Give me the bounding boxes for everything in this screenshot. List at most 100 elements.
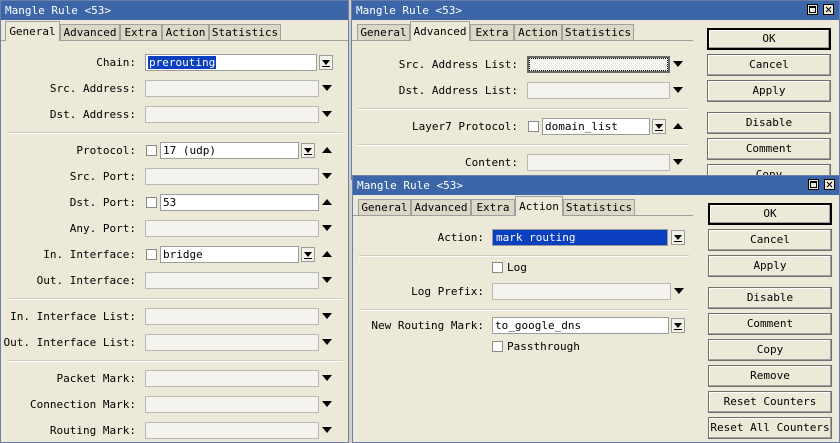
separator xyxy=(358,108,688,110)
tab-extra[interactable]: Extra xyxy=(470,24,514,40)
tab-action[interactable]: Action xyxy=(162,24,209,40)
packet-mark-field[interactable] xyxy=(145,370,319,387)
chain-select[interactable]: prerouting xyxy=(145,54,317,71)
layer7-collapse-icon[interactable] xyxy=(672,120,684,132)
ok-button[interactable]: OK xyxy=(707,28,831,50)
comment-button[interactable]: Comment xyxy=(707,138,831,160)
routing-mark-label: Routing Mark: xyxy=(49,424,136,437)
protocol-negate-checkbox[interactable] xyxy=(146,145,157,156)
out-interface-list-label: Out. Interface List: xyxy=(3,336,136,349)
in-interface-list-expand-icon[interactable] xyxy=(321,310,333,322)
tab-general[interactable]: General xyxy=(357,24,410,40)
src-address-list-label: Src. Address List: xyxy=(398,58,518,71)
layer7-negate-checkbox[interactable] xyxy=(528,121,539,132)
src-port-field[interactable] xyxy=(145,168,319,185)
in-interface-select[interactable]: bridge xyxy=(160,246,299,263)
layer7-protocol-select[interactable]: domain_list xyxy=(542,118,650,135)
log-prefix-label: Log Prefix: xyxy=(411,285,484,298)
copy-button[interactable]: Copy xyxy=(708,339,832,361)
out-interface-expand-icon[interactable] xyxy=(321,274,333,286)
tab-advanced[interactable]: Advanced xyxy=(410,21,470,41)
window-title[interactable]: Mangle Rule <53> xyxy=(353,176,839,195)
chain-dropdown-icon[interactable] xyxy=(319,55,333,70)
separator xyxy=(7,132,343,134)
remove-button[interactable]: Remove xyxy=(708,365,832,387)
in-interface-negate-checkbox[interactable] xyxy=(146,249,157,260)
window-title[interactable]: Mangle Rule <53> xyxy=(352,1,839,20)
dst-port-collapse-icon[interactable] xyxy=(321,196,333,208)
src-port-expand-icon[interactable] xyxy=(321,170,333,182)
routing-mark-expand-icon[interactable] xyxy=(321,424,333,436)
chain-label: Chain: xyxy=(96,56,136,69)
comment-button[interactable]: Comment xyxy=(708,313,832,335)
protocol-dropdown-icon[interactable] xyxy=(301,143,315,158)
window-title[interactable]: Mangle Rule <53> xyxy=(1,1,348,20)
passthrough-checkbox[interactable] xyxy=(492,341,503,352)
disable-button[interactable]: Disable xyxy=(707,112,831,134)
dst-address-list-expand-icon[interactable] xyxy=(672,84,684,96)
dst-port-label: Dst. Port: xyxy=(69,196,136,209)
protocol-select[interactable]: 17 (udp) xyxy=(160,142,299,159)
new-routing-mark-dropdown-icon[interactable] xyxy=(671,318,685,333)
log-prefix-expand-icon[interactable] xyxy=(673,285,685,297)
maximize-icon[interactable] xyxy=(808,179,819,190)
in-interface-label: In. Interface: xyxy=(43,248,136,261)
apply-button[interactable]: Apply xyxy=(707,80,831,102)
out-interface-field[interactable] xyxy=(145,272,319,289)
tab-bar: General Advanced Extra Action Statistics xyxy=(1,21,348,41)
connection-mark-expand-icon[interactable] xyxy=(321,398,333,410)
tab-extra[interactable]: Extra xyxy=(471,199,515,215)
layer7-dropdown-icon[interactable] xyxy=(652,119,666,134)
packet-mark-expand-icon[interactable] xyxy=(321,372,333,384)
tab-statistics[interactable]: Statistics xyxy=(209,24,281,40)
in-interface-dropdown-icon[interactable] xyxy=(301,247,315,262)
tab-extra[interactable]: Extra xyxy=(120,24,162,40)
layer7-protocol-label: Layer7 Protocol: xyxy=(412,120,518,133)
close-icon[interactable] xyxy=(823,4,834,15)
dst-address-expand-icon[interactable] xyxy=(321,108,333,120)
src-address-list-expand-icon[interactable] xyxy=(672,58,684,70)
log-checkbox[interactable] xyxy=(492,262,503,273)
any-port-field[interactable] xyxy=(145,220,319,237)
src-address-expand-icon[interactable] xyxy=(321,82,333,94)
disable-button[interactable]: Disable xyxy=(708,287,832,309)
cancel-button[interactable]: Cancel xyxy=(707,54,831,76)
maximize-icon[interactable] xyxy=(807,4,818,15)
tab-advanced[interactable]: Advanced xyxy=(60,24,120,40)
dst-port-negate-checkbox[interactable] xyxy=(146,197,157,208)
dst-address-field[interactable] xyxy=(145,106,319,123)
routing-mark-field[interactable] xyxy=(145,422,319,439)
tab-action[interactable]: Action xyxy=(515,196,563,216)
any-port-expand-icon[interactable] xyxy=(321,222,333,234)
connection-mark-field[interactable] xyxy=(145,396,319,413)
tab-advanced[interactable]: Advanced xyxy=(411,199,471,215)
separator xyxy=(359,309,689,311)
out-interface-list-field[interactable] xyxy=(145,334,319,351)
tab-action[interactable]: Action xyxy=(514,24,562,40)
tab-statistics[interactable]: Statistics xyxy=(562,24,634,40)
log-prefix-field[interactable] xyxy=(492,283,671,300)
ok-button[interactable]: OK xyxy=(708,203,832,225)
src-address-field[interactable] xyxy=(145,80,319,97)
tab-statistics[interactable]: Statistics xyxy=(563,199,635,215)
apply-button[interactable]: Apply xyxy=(708,255,832,277)
out-interface-list-expand-icon[interactable] xyxy=(321,336,333,348)
tab-general[interactable]: General xyxy=(358,199,411,215)
in-interface-collapse-icon[interactable] xyxy=(321,248,333,260)
action-select[interactable]: mark routing xyxy=(492,229,668,246)
protocol-collapse-icon[interactable] xyxy=(321,144,333,156)
reset-all-counters-button[interactable]: Reset All Counters xyxy=(708,417,832,439)
close-icon[interactable] xyxy=(824,179,835,190)
cancel-button[interactable]: Cancel xyxy=(708,229,832,251)
action-dropdown-icon[interactable] xyxy=(671,230,685,245)
in-interface-list-field[interactable] xyxy=(145,308,319,325)
tab-general[interactable]: General xyxy=(5,21,60,41)
dst-address-list-field[interactable] xyxy=(527,82,670,99)
src-address-list-field[interactable] xyxy=(527,56,670,73)
dst-port-field[interactable]: 53 xyxy=(160,194,319,211)
content-expand-icon[interactable] xyxy=(672,156,684,168)
content-field[interactable] xyxy=(527,154,670,171)
new-routing-mark-select[interactable]: to_google_dns xyxy=(492,317,669,334)
reset-counters-button[interactable]: Reset Counters xyxy=(708,391,832,413)
src-address-label: Src. Address: xyxy=(49,82,136,95)
